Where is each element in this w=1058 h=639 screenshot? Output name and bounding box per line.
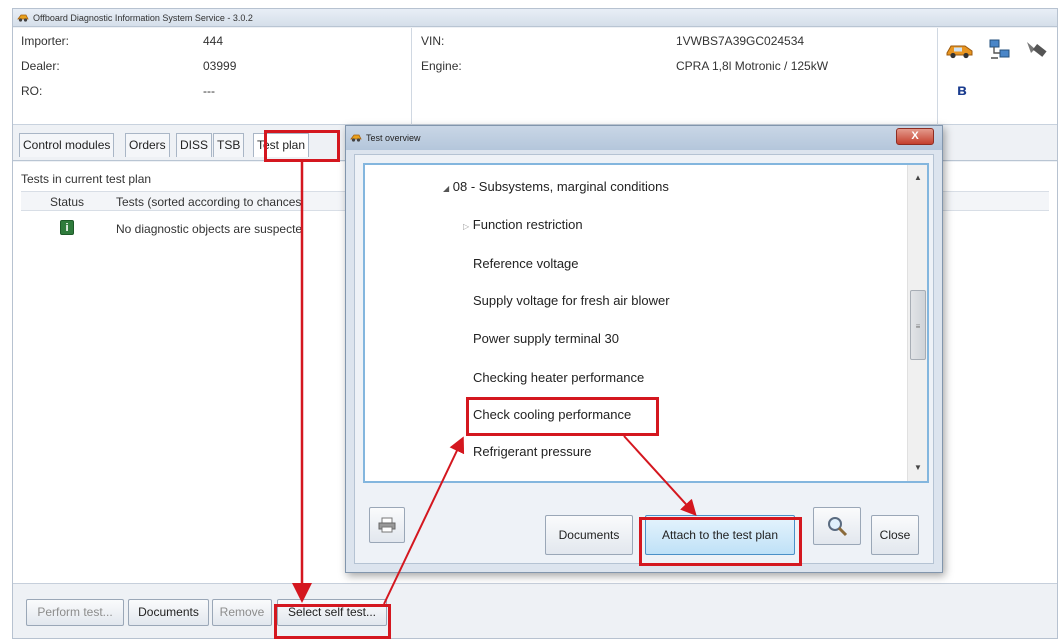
dialog-title: Test overview xyxy=(366,133,421,143)
column-status[interactable]: Status xyxy=(50,195,84,209)
grip-icon: ≡ xyxy=(915,322,921,331)
tree-item-subsystems[interactable]: ◢ 08 - Subsystems, marginal conditions xyxy=(443,179,669,194)
app-logo-icon xyxy=(17,14,29,22)
ro-label: RO: xyxy=(21,84,43,98)
dealer-value: 03999 xyxy=(203,59,237,73)
documents-button[interactable]: Documents xyxy=(128,599,209,626)
dealer-label: Dealer: xyxy=(21,59,60,73)
importer-value: 444 xyxy=(203,34,224,48)
tree-item-heater-performance[interactable]: Checking heater performance xyxy=(473,370,644,385)
dialog-close-text-button[interactable]: Close xyxy=(871,515,919,555)
plug-icon[interactable] xyxy=(1025,38,1049,60)
info-status-icon: i xyxy=(60,220,74,235)
vin-value: 1VWBS7A39GC024534 xyxy=(676,34,805,48)
remove-button[interactable]: Remove xyxy=(212,599,272,626)
info-divider xyxy=(411,28,412,125)
perform-test-button[interactable]: Perform test... xyxy=(26,599,124,626)
tree-item-supply-voltage[interactable]: Supply voltage for fresh air blower xyxy=(473,293,670,308)
tab-control-modules[interactable]: Control modules xyxy=(19,133,115,157)
engine-label: Engine: xyxy=(421,59,462,73)
collapsed-arrow-icon: ▷ xyxy=(463,222,470,231)
vin-label: VIN: xyxy=(421,34,445,48)
tree-item-function-restriction[interactable]: ▷ Function restriction xyxy=(463,217,583,232)
network-icon[interactable] xyxy=(989,38,1011,62)
print-button[interactable] xyxy=(369,507,405,543)
vehicle-info-panel: Importer: 444 Dealer: 03999 RO: --- VIN:… xyxy=(13,28,1057,125)
scroll-up-icon[interactable]: ▲ xyxy=(908,169,928,187)
tab-orders[interactable]: Orders xyxy=(125,133,170,157)
engine-value: CPRA 1,8l Motronic / 125kW xyxy=(676,59,829,73)
select-self-test-button[interactable]: Select self test... xyxy=(277,599,387,626)
window-title: Offboard Diagnostic Information System S… xyxy=(33,13,253,23)
magnifier-icon xyxy=(828,517,848,537)
window-titlebar: Offboard Diagnostic Information System S… xyxy=(13,9,1057,27)
row-text: No diagnostic objects are suspecte xyxy=(116,222,303,236)
column-tests[interactable]: Tests (sorted according to chances xyxy=(116,195,301,209)
bottom-button-bar: Perform test... Documents Remove Select … xyxy=(13,583,1057,638)
info-divider-right xyxy=(937,28,938,125)
car-icon[interactable] xyxy=(945,40,975,60)
tree-item-refrigerant-pressure[interactable]: Refrigerant pressure xyxy=(473,444,592,459)
tree-item-reference-voltage[interactable]: Reference voltage xyxy=(473,256,579,271)
scroll-down-icon[interactable]: ▼ xyxy=(908,459,928,477)
test-tree: ◢ 08 - Subsystems, marginal conditions ▷… xyxy=(363,163,929,483)
tree-scrollbar[interactable]: ▲ ≡ ▼ xyxy=(907,165,927,481)
expanded-arrow-icon: ◢ xyxy=(443,184,450,193)
test-overview-dialog: Test overview X ◢ 08 - Subsystems, margi… xyxy=(345,125,943,573)
tab-diss[interactable]: DISS xyxy=(176,133,213,157)
importer-label: Importer: xyxy=(21,34,70,48)
tree-item-cooling-performance[interactable]: Check cooling performance xyxy=(473,407,631,422)
dialog-titlebar: Test overview X xyxy=(346,126,942,150)
tree-item-power-supply[interactable]: Power supply terminal 30 xyxy=(473,331,619,346)
dialog-app-logo-icon xyxy=(350,134,362,142)
search-button[interactable] xyxy=(813,507,861,545)
dialog-body: ◢ 08 - Subsystems, marginal conditions ▷… xyxy=(354,154,934,564)
printer-icon xyxy=(378,517,396,533)
test-plan-list-title: Tests in current test plan xyxy=(21,172,152,186)
dialog-documents-button[interactable]: Documents xyxy=(545,515,633,555)
attach-to-test-plan-button[interactable]: Attach to the test plan xyxy=(645,515,795,555)
bluetooth-icon[interactable]: ʙ xyxy=(957,81,971,101)
dialog-close-button[interactable]: X xyxy=(896,128,934,145)
scroll-thumb[interactable]: ≡ xyxy=(910,290,926,360)
tab-tsb[interactable]: TSB xyxy=(213,133,245,157)
tab-test-plan[interactable]: Test plan xyxy=(253,133,310,157)
ro-value: --- xyxy=(203,84,215,98)
